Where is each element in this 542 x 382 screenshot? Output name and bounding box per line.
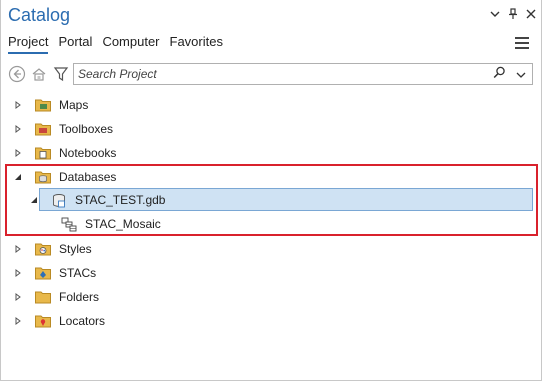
tree-item-folders[interactable]: Folders: [13, 286, 99, 308]
pane-title: Catalog: [8, 5, 71, 25]
tree-item-label: STACs: [59, 266, 97, 280]
tree-item-label: Notebooks: [59, 146, 117, 160]
folder-icon: [35, 290, 51, 304]
tree-item-maps[interactable]: Maps: [13, 94, 88, 116]
hamburger-menu-icon[interactable]: [515, 37, 529, 49]
search-input[interactable]: Search Project: [74, 67, 493, 81]
folder-icon: [35, 314, 51, 328]
pin-icon[interactable]: [507, 8, 519, 20]
close-icon[interactable]: [525, 8, 537, 20]
tree-item-gdb[interactable]: STAC_TEST.gdb: [29, 189, 165, 211]
mosaic-dataset-icon: [61, 217, 77, 232]
tree-item-label: STAC_TEST.gdb: [75, 193, 166, 207]
expand-arrow-icon[interactable]: [13, 245, 23, 253]
tree-item-label: Locators: [59, 314, 106, 328]
tree-item-label: Folders: [59, 290, 100, 304]
geodatabase-icon: [51, 193, 67, 208]
search-box[interactable]: Search Project: [73, 63, 533, 85]
folder-icon: [35, 242, 51, 256]
folder-icon: [35, 98, 51, 112]
tree-item-databases[interactable]: Databases: [13, 166, 116, 188]
search-icon[interactable]: [493, 66, 506, 82]
expand-arrow-icon[interactable]: [13, 317, 23, 325]
catalog-toolbar: [7, 63, 73, 85]
catalog-tabs: Project Portal Computer Favorites: [8, 34, 223, 54]
expand-arrow-icon[interactable]: [13, 269, 23, 277]
tree-item-notebooks[interactable]: Notebooks: [13, 142, 116, 164]
filter-icon[interactable]: [51, 64, 71, 84]
folder-icon: [35, 170, 51, 184]
expand-arrow-icon[interactable]: [13, 149, 23, 157]
tree-item-label: STAC_Mosaic: [85, 217, 161, 231]
tree-item-mosaic[interactable]: STAC_Mosaic: [61, 213, 161, 235]
tree-item-label: Toolboxes: [59, 122, 114, 136]
tree-item-label: Styles: [59, 242, 92, 256]
tab-favorites[interactable]: Favorites: [170, 34, 223, 54]
expand-arrow-icon[interactable]: [13, 101, 23, 109]
folder-icon: [35, 146, 51, 160]
tree-item-locators[interactable]: Locators: [13, 310, 105, 332]
home-icon[interactable]: [29, 64, 49, 84]
expand-arrow-icon[interactable]: [13, 125, 23, 133]
catalog-pane: Catalog Project Portal Computer Favorite…: [0, 0, 542, 381]
folder-icon: [35, 122, 51, 136]
chevron-down-icon[interactable]: [516, 67, 526, 81]
expand-arrow-icon[interactable]: [13, 293, 23, 301]
collapse-arrow-icon[interactable]: [13, 173, 23, 181]
collapse-arrow-icon[interactable]: [29, 196, 39, 204]
chevron-down-icon[interactable]: [489, 8, 501, 20]
tree-item-toolboxes[interactable]: Toolboxes: [13, 118, 113, 140]
tab-computer[interactable]: Computer: [102, 34, 159, 54]
tree-item-styles[interactable]: Styles: [13, 238, 92, 260]
tree-item-label: Databases: [59, 170, 117, 184]
title-controls: [489, 8, 537, 20]
back-icon[interactable]: [7, 64, 27, 84]
tree-item-label: Maps: [59, 98, 89, 112]
tab-portal[interactable]: Portal: [58, 34, 92, 54]
tree-item-stacs[interactable]: STACs: [13, 262, 96, 284]
folder-icon: [35, 266, 51, 280]
tab-project[interactable]: Project: [8, 34, 49, 54]
